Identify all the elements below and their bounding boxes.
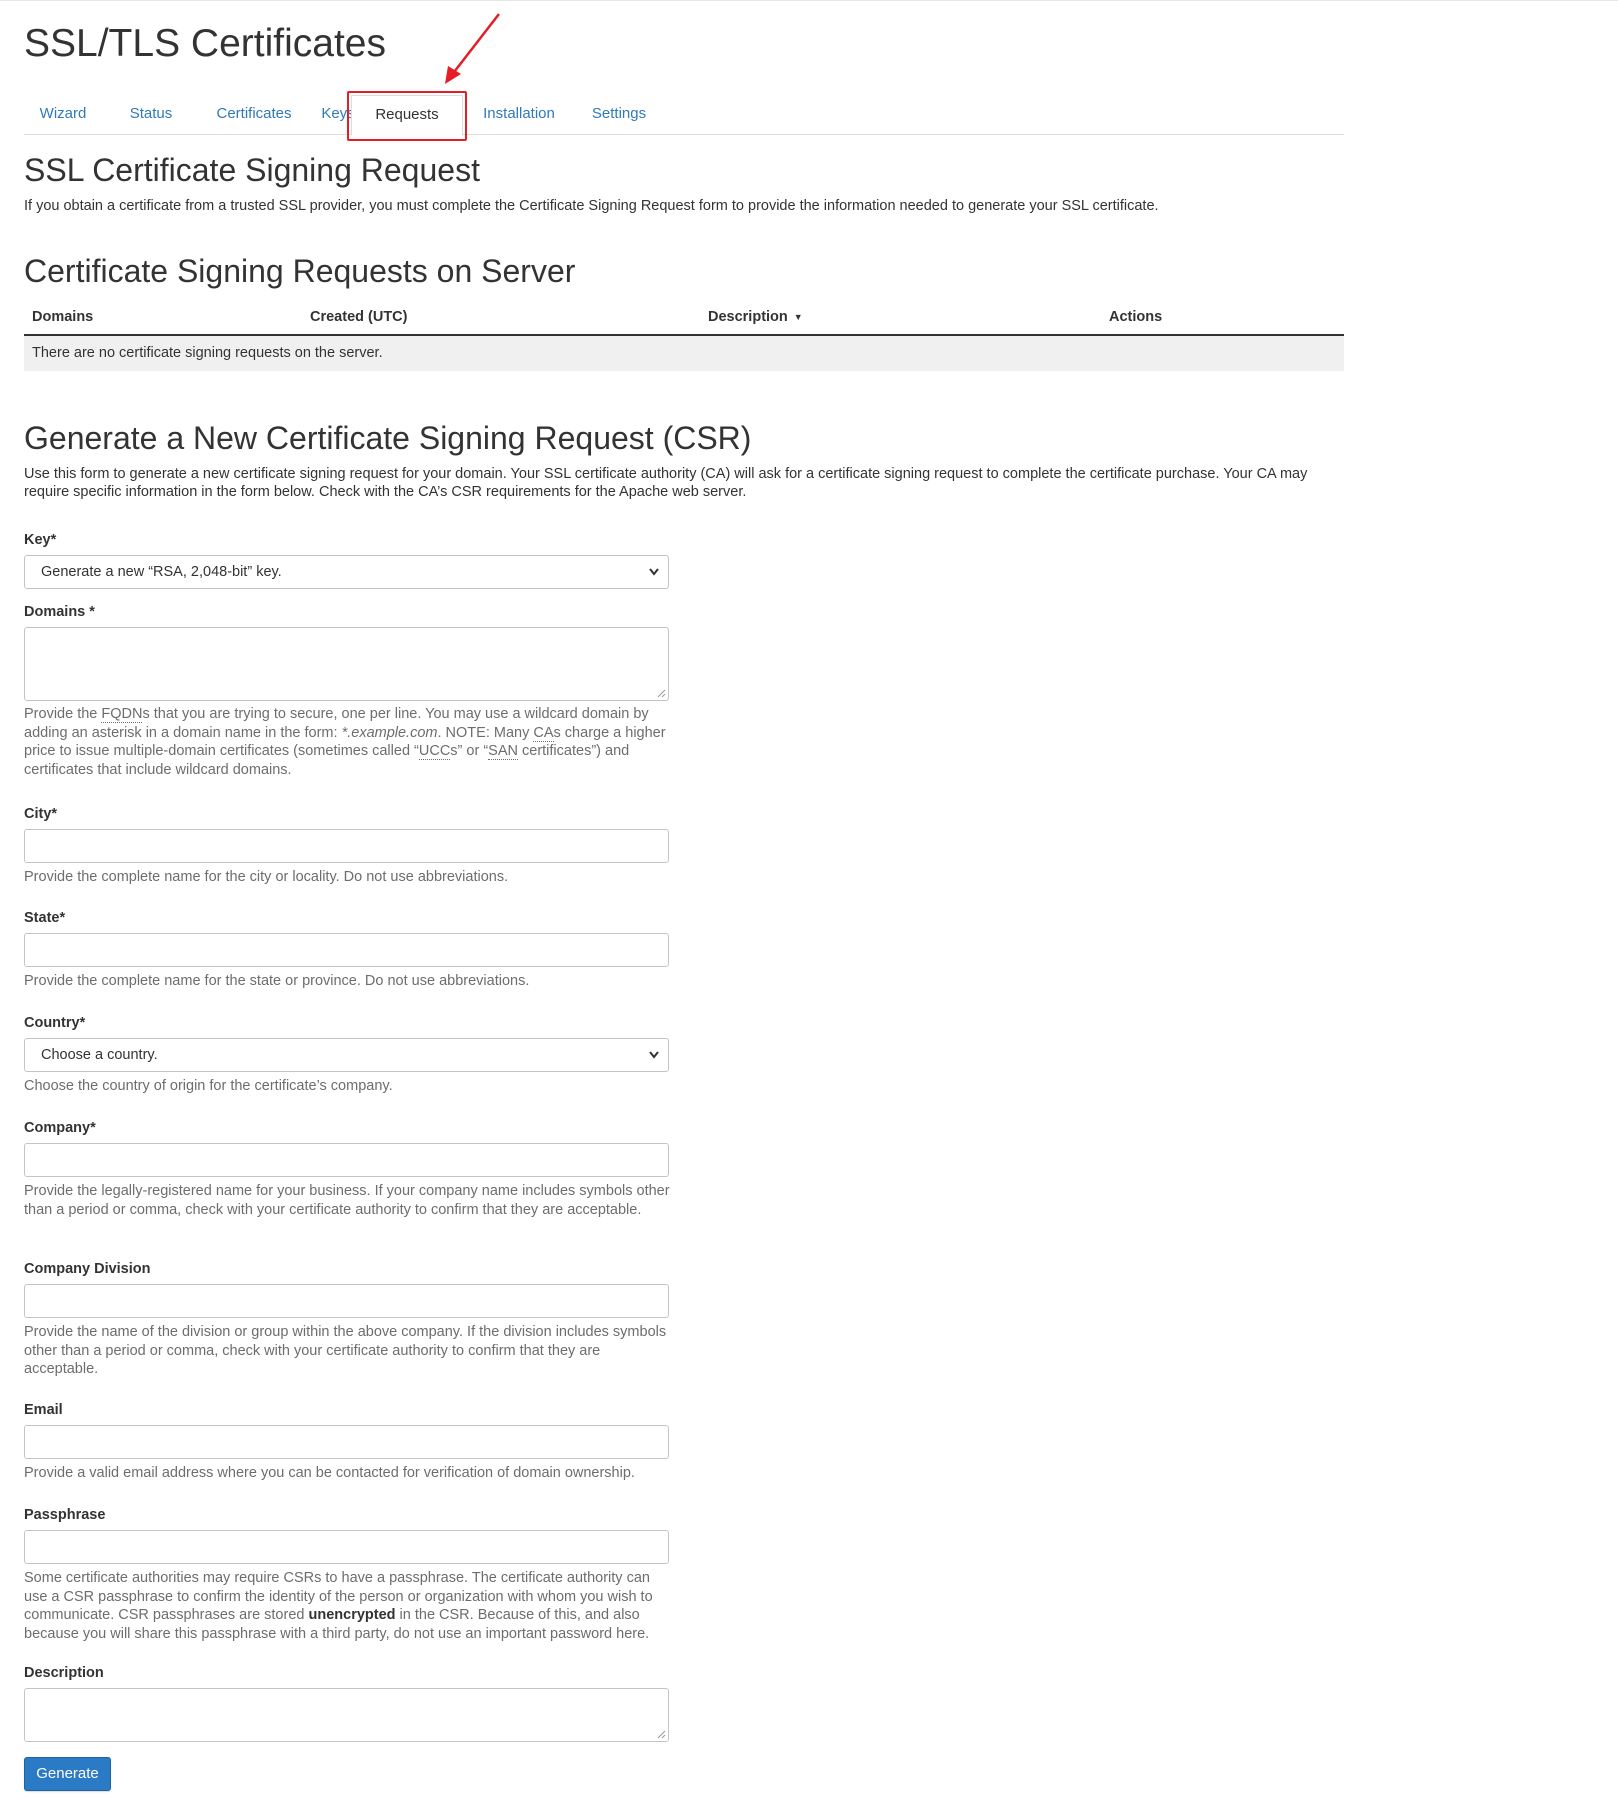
division-help: Provide the name of the division or grou…: [24, 1324, 667, 1377]
passphrase-input[interactable]: [24, 1530, 669, 1564]
tab-bar: Wizard Status Certificates Keys Requests…: [24, 95, 1344, 136]
city-input[interactable]: [24, 829, 669, 863]
company-label: Company*: [24, 1120, 96, 1136]
abbr-san: SAN: [488, 743, 518, 760]
sort-desc-icon: ▼: [793, 312, 803, 323]
email-input[interactable]: [24, 1425, 669, 1459]
country-label: Country*: [24, 1015, 86, 1031]
passphrase-help: Some certificate authorities may require…: [24, 1570, 653, 1642]
tab-settings[interactable]: Settings: [575, 95, 663, 135]
column-description-label: Description: [708, 309, 788, 325]
state-input[interactable]: [24, 933, 669, 967]
state-label: State*: [24, 910, 66, 926]
division-label: Company Division: [24, 1261, 151, 1277]
abbr-fqdn: FQDN: [101, 706, 143, 723]
tab-requests[interactable]: Requests: [351, 95, 463, 136]
description-textarea[interactable]: [24, 1688, 669, 1742]
column-description[interactable]: Description ▼: [708, 309, 803, 325]
company-help: Provide the legally-registered name for …: [24, 1183, 670, 1218]
domains-textarea[interactable]: [24, 627, 669, 701]
resize-grip-icon: [657, 1730, 666, 1739]
country-help: Choose the country of origin for the cer…: [24, 1078, 393, 1094]
state-help: Provide the complete name for the state …: [24, 973, 530, 989]
red-arrow-icon: [445, 13, 500, 84]
company-input[interactable]: [24, 1143, 669, 1177]
abbr-ca: CA: [533, 724, 554, 742]
tab-certificates[interactable]: Certificates: [200, 95, 308, 135]
top-border: [0, 0, 1618, 1]
csr-section-intro: If you obtain a certificate from a trust…: [24, 198, 1159, 214]
column-domains[interactable]: Domains: [32, 309, 93, 325]
generate-section-intro: Use this form to generate a new certific…: [24, 466, 1308, 500]
column-actions: Actions: [1109, 309, 1163, 325]
generate-button[interactable]: Generate: [24, 1757, 111, 1791]
passphrase-label: Passphrase: [24, 1507, 106, 1523]
domains-label: Domains *: [24, 604, 95, 620]
abbr-ucc: UCC: [418, 743, 451, 760]
server-section-title: Certificate Signing Requests on Server: [24, 253, 576, 289]
csr-section-title: SSL Certificate Signing Request: [24, 152, 480, 188]
chevron-down-icon: [648, 556, 660, 600]
tab-installation[interactable]: Installation: [461, 95, 577, 135]
description-label: Description: [24, 1665, 104, 1681]
column-created[interactable]: Created (UTC): [310, 309, 407, 325]
resize-grip-icon: [657, 689, 666, 698]
csr-table: Domains Created (UTC) Description ▼ Actio…: [24, 300, 1344, 371]
city-label: City*: [24, 806, 58, 822]
division-input[interactable]: [24, 1284, 669, 1318]
tab-wizard[interactable]: Wizard: [24, 95, 102, 135]
page-title: SSL/TLS Certificates: [24, 22, 386, 65]
key-select-value: Generate a new “RSA, 2,048-bit” key.: [41, 564, 282, 580]
key-label: Key*: [24, 532, 57, 548]
email-help: Provide a valid email address where you …: [24, 1465, 635, 1481]
table-header: Domains Created (UTC) Description ▼ Actio…: [24, 300, 1344, 336]
city-help: Provide the complete name for the city o…: [24, 869, 509, 885]
key-select[interactable]: Generate a new “RSA, 2,048-bit” key.: [24, 555, 669, 589]
empty-table-message: There are no certificate signing request…: [24, 336, 1344, 371]
country-select[interactable]: Choose a country.: [24, 1038, 669, 1072]
email-label: Email: [24, 1402, 63, 1418]
generate-section-title: Generate a New Certificate Signing Reque…: [24, 420, 752, 456]
domains-help: Provide the FQDNs that you are trying to…: [24, 706, 666, 778]
tab-status[interactable]: Status: [114, 95, 188, 135]
country-select-value: Choose a country.: [41, 1047, 158, 1063]
